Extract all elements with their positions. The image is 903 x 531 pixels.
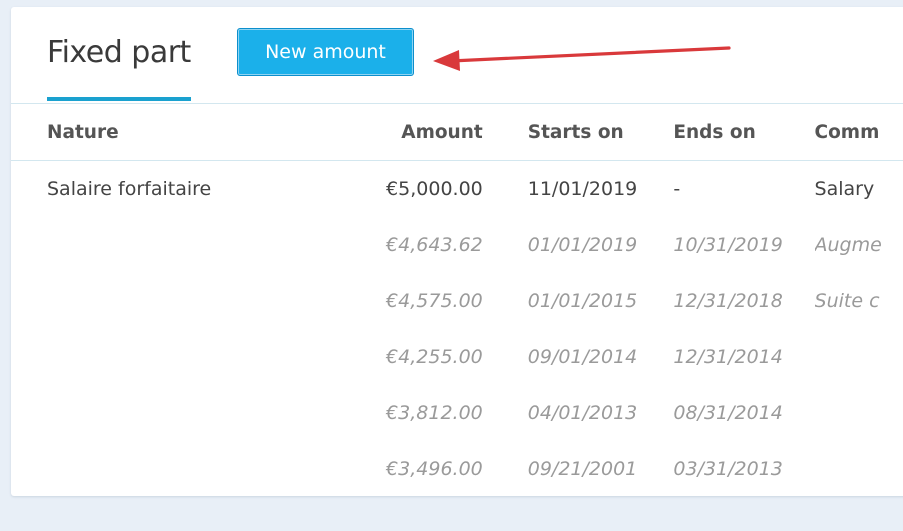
- amount-cell: €5,000.00: [386, 178, 483, 200]
- starts-on-cell: 09/21/2001: [527, 458, 638, 480]
- column-header-comment[interactable]: Comm: [814, 104, 903, 161]
- table-row[interactable]: €4,643.62 01/01/2019 10/31/2019 Augme: [11, 217, 903, 273]
- comment-cell: Suite c: [814, 290, 880, 312]
- fixed-part-card: Fixed part New amount Nature Amount Star…: [11, 7, 903, 496]
- starts-on-cell: 01/01/2019: [527, 234, 638, 256]
- column-header-ends-on[interactable]: Ends on: [673, 104, 815, 161]
- comment-cell: Salary: [814, 178, 875, 200]
- ends-on-cell: 10/31/2019: [673, 234, 783, 256]
- table-row[interactable]: €3,812.00 04/01/2013 08/31/2014: [11, 385, 903, 441]
- ends-on-cell: 03/31/2013: [673, 458, 783, 480]
- comment-cell: Augme: [814, 234, 882, 256]
- nature-cell: [11, 385, 332, 441]
- table-header-row: Nature Amount Starts on Ends on Comm: [11, 104, 903, 161]
- comment-cell: [815, 329, 903, 385]
- section-header: Fixed part New amount: [11, 7, 903, 104]
- nature-cell: [11, 329, 332, 385]
- amount-cell: €3,812.00: [386, 402, 483, 424]
- starts-on-cell: 04/01/2013: [527, 402, 638, 424]
- ends-on-cell: 12/31/2018: [673, 290, 783, 312]
- nature-cell: [11, 217, 332, 273]
- amount-cell: €4,575.00: [386, 290, 483, 312]
- column-header-starts-on[interactable]: Starts on: [527, 104, 674, 161]
- table-row[interactable]: €3,496.00 09/21/2001 03/31/2013: [11, 441, 903, 496]
- annotation-arrow-icon: [433, 46, 731, 71]
- nature-cell: [11, 273, 332, 329]
- nature-cell: [11, 441, 332, 496]
- nature-cell: Salaire forfaitaire: [47, 178, 212, 200]
- starts-on-cell: 09/01/2014: [527, 346, 638, 368]
- amount-cell: €4,255.00: [386, 346, 483, 368]
- starts-on-cell: 01/01/2015: [527, 290, 638, 312]
- amount-cell: €4,643.62: [386, 234, 483, 256]
- ends-on-cell: -: [673, 178, 681, 200]
- starts-on-cell: 11/01/2019: [527, 178, 638, 200]
- amount-cell: €3,496.00: [386, 458, 483, 480]
- column-header-amount[interactable]: Amount: [332, 104, 528, 161]
- ends-on-cell: 12/31/2014: [673, 346, 783, 368]
- column-header-nature[interactable]: Nature: [11, 104, 333, 161]
- comment-cell: [815, 441, 903, 496]
- table-row[interactable]: €4,575.00 01/01/2015 12/31/2018 Suite c: [11, 273, 903, 329]
- table-row[interactable]: Salaire forfaitaire €5,000.00 11/01/2019 - S…: [11, 161, 903, 218]
- new-amount-button[interactable]: New amount: [237, 28, 414, 76]
- table-row[interactable]: €4,255.00 09/01/2014 12/31/2014: [11, 329, 903, 385]
- ends-on-cell: 08/31/2014: [673, 402, 783, 424]
- comment-cell: [815, 385, 903, 441]
- section-title-tab[interactable]: Fixed part: [47, 33, 191, 101]
- amounts-table: Nature Amount Starts on Ends on Comm Sal…: [11, 104, 903, 496]
